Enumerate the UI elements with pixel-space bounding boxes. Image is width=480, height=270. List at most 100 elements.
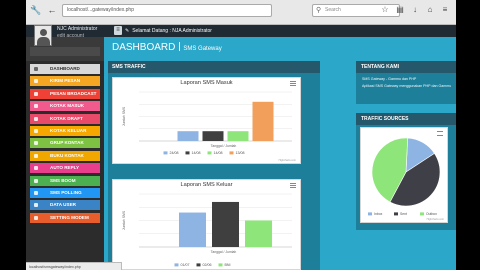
sidebar-item-label: BUKU KONTAK xyxy=(50,152,84,158)
wrench-icon[interactable]: 🔧 xyxy=(30,4,42,16)
bar-0 xyxy=(177,131,199,141)
page-title: DASHBOARD SMS Gateway xyxy=(112,41,222,56)
menu-item-icon xyxy=(34,128,38,133)
sms-traffic-panel: SMS TRAFFIC Laporan SMS Masuk Jumlah SMS… xyxy=(108,61,320,270)
edit-account-link[interactable]: edit account xyxy=(57,33,84,39)
bar-3 xyxy=(252,101,274,141)
x-axis-label: Tanggal / Jumlah xyxy=(211,144,237,148)
chart-credit: Highcharts.com xyxy=(426,218,444,221)
legend-label: Inbox xyxy=(374,212,383,216)
sidebar-item-buku-kontak[interactable]: BUKU KONTAK xyxy=(30,150,100,161)
sidebar-item-grup-kontak[interactable]: GRUP KONTAK xyxy=(30,138,100,149)
sidebar-item-setting-modem[interactable]: SETTING MODEM xyxy=(30,212,100,223)
menu-item-icon xyxy=(34,178,38,183)
sidebar-item-label: SMS BOOM xyxy=(50,177,76,183)
page-title-text: DASHBOARD xyxy=(112,42,176,53)
chart-menu-icon[interactable] xyxy=(437,131,443,136)
about-text: SMS Gateway - Gammu dan PHP Aplikasi SMS… xyxy=(362,77,452,91)
back-icon[interactable]: ← xyxy=(46,4,58,16)
legend-label: BNI xyxy=(225,263,231,267)
x-axis-label: Tanggal / Jumlah xyxy=(211,250,237,254)
legend-label: 01/07 xyxy=(181,263,190,267)
bar-1 xyxy=(202,131,224,141)
sidebar-item-pesan-broadcast[interactable]: PESAN BROADCAST xyxy=(30,88,100,99)
about-panel: TENTANG KAMI SMS Gateway - Gammu dan PHP… xyxy=(356,61,456,104)
legend-swatch xyxy=(218,263,223,267)
sidebar-item-label: PESAN BROADCAST xyxy=(50,90,97,96)
about-header: TENTANG KAMI xyxy=(356,61,456,73)
chart-plot: Jumlah SMS Tanggal / Jumlah 24/08 14/08 14/0… xyxy=(122,91,292,155)
bar-2 xyxy=(245,220,272,247)
browser-icons: ☆ ▤ ↓ ⌂ ≡ xyxy=(380,4,450,15)
profile-name: NJC Administrator xyxy=(57,26,98,32)
menu-item-icon xyxy=(34,79,38,84)
sidebar-item-sms-polling[interactable]: SMS POLLING xyxy=(30,187,100,198)
sidebar-item-label: KIRIM PESAN xyxy=(50,78,81,84)
bar-1 xyxy=(212,201,239,247)
sidebar-item-dashboard[interactable]: DASHBOARD xyxy=(30,64,100,74)
menu-item-icon xyxy=(34,190,38,195)
sidebar-item-kirim-pesan[interactable]: KIRIM PESAN xyxy=(30,76,100,87)
menu-item-icon xyxy=(34,203,38,208)
sidebar-item-kotak-masuk[interactable]: KOTAK MASUK xyxy=(30,101,100,112)
legend-swatch xyxy=(368,212,372,216)
menu-item-icon xyxy=(34,166,38,171)
sidebar-item-kotak-draft[interactable]: KOTAK DRAFT xyxy=(30,113,100,124)
sidebar-menu: DASHBOARD KIRIM PESAN PESAN BROADCAST KOTAK… xyxy=(30,64,100,225)
avatar xyxy=(34,25,52,46)
menu-icon[interactable]: ≡ xyxy=(440,4,450,15)
traffic-sources-chart: Inbox Sent Outbox Highcharts.com xyxy=(360,127,448,223)
sidebar-item-label: SETTING MODEM xyxy=(50,214,89,220)
legend-swatch xyxy=(174,263,179,267)
legend-swatch xyxy=(196,263,201,267)
url-bar[interactable]: localhost/...gateway/index.php xyxy=(62,4,272,17)
pie-plot: Inbox Sent Outbox xyxy=(368,137,441,216)
home-icon[interactable]: ⌂ xyxy=(425,4,435,15)
legend-swatch xyxy=(394,212,398,216)
user-profile: NJC Administrator edit account xyxy=(26,25,104,61)
search-icon: ⚲ xyxy=(316,7,322,14)
star-icon[interactable]: ☆ xyxy=(380,4,390,15)
sidebar-item-label: GRUP KONTAK xyxy=(50,140,84,146)
video-frame: 🔧 ← localhost/...gateway/index.php ⚲ Sea… xyxy=(0,0,480,270)
download-icon[interactable]: ↓ xyxy=(410,4,420,15)
legend-label: 24/08 xyxy=(170,151,179,155)
sidebar-item-label: SMS POLLING xyxy=(50,189,82,195)
sidebar-item-auto-reply[interactable]: AUTO REPLY xyxy=(30,163,100,174)
menu-item-icon xyxy=(34,153,38,158)
bar-0 xyxy=(179,212,206,247)
bookmark-icon[interactable]: ▤ xyxy=(395,4,405,15)
sidebar-item-label: KOTAK DRAFT xyxy=(50,115,83,121)
browser-toolbar: 🔧 ← localhost/...gateway/index.php ⚲ Sea… xyxy=(26,0,456,25)
welcome-text: ✎ Selamat Datang : NJA Administrator xyxy=(125,25,212,37)
legend-swatch xyxy=(207,151,212,155)
sidebar-item-label: KOTAK MASUK xyxy=(50,103,85,109)
sidebar-item-data-user[interactable]: DATA USER xyxy=(30,200,100,211)
welcome-label: Selamat Datang : NJA Administrator xyxy=(132,28,212,34)
chart-plot: Jumlah SMS Tanggal / Jumlah 01/07 02/06 BNI xyxy=(122,193,292,267)
sidebar: NJC Administrator edit account DASHBOARD… xyxy=(26,25,104,270)
main-content: DASHBOARD SMS Gateway SMS TRAFFIC Laporan… xyxy=(104,37,456,270)
legend-label: Sent xyxy=(400,212,407,216)
legend-swatch xyxy=(229,151,234,155)
sidebar-item-label: DASHBOARD xyxy=(50,66,80,71)
traffic-sources-panel: TRAFFIC SOURCES Inbox Sent Outbox Highchar… xyxy=(356,113,456,230)
legend-label: 13/08 xyxy=(236,151,245,155)
legend-label: Outbox xyxy=(426,212,437,216)
about-line-2: Aplikasi SMS Gateway menggunakan PHP dan… xyxy=(362,84,452,89)
menu-item-icon xyxy=(34,141,38,146)
bar-2 xyxy=(227,131,249,141)
traffic-sources-header: TRAFFIC SOURCES xyxy=(356,113,456,125)
legend-swatch xyxy=(185,151,190,155)
legend-swatch xyxy=(163,151,168,155)
menu-item-icon xyxy=(34,91,38,96)
browser-statusbar: localhost/smsgateway/index.php xyxy=(26,262,122,270)
pencil-icon: ✎ xyxy=(125,28,130,34)
menu-item-icon xyxy=(34,67,38,71)
sidebar-item-sms-boom[interactable]: SMS BOOM xyxy=(30,175,100,186)
page-subtitle: SMS Gateway xyxy=(183,46,222,52)
legend-label: 14/08 xyxy=(214,151,223,155)
menu-toggle-button[interactable]: ≡ xyxy=(114,26,122,35)
sidebar-item-kotak-keluar[interactable]: KOTAK KELUAR xyxy=(30,125,100,136)
menu-item-icon xyxy=(34,215,38,220)
